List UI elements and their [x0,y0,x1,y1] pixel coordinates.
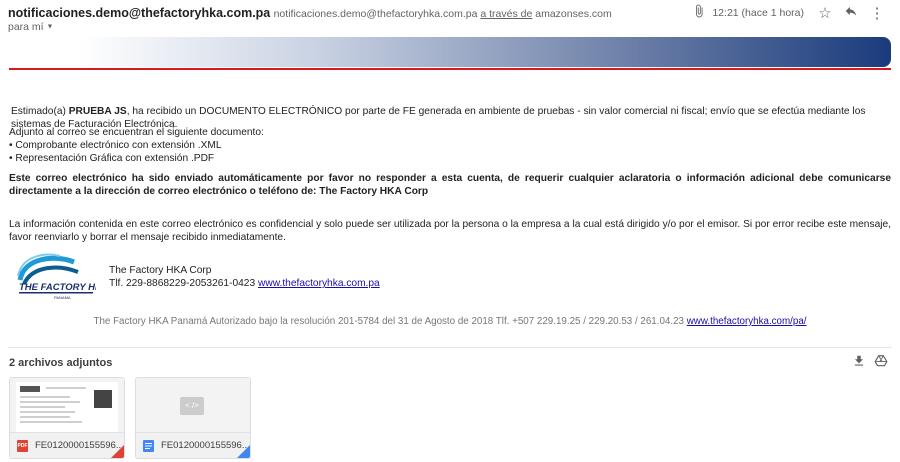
pdf-corner-icon [110,445,124,458]
attachment-thumbnail: < /> [136,378,250,432]
to-label: para mí [8,21,44,33]
attachment-footer: FE0120000155596... [136,432,250,458]
email-footer: The Factory HKA Panamá Autorizado bajo l… [0,316,900,327]
more-vert-icon[interactable]: ⋮ [864,4,890,22]
code-placeholder-icon: < /> [180,397,204,415]
via-domain: amazonses.com [535,8,612,20]
attach-item-xml: • Comprobante electrónico con extensión … [9,140,222,151]
via-link[interactable]: a través de [480,8,532,20]
signature-block: The Factory HKA Corp Tlf. 229-8868229-20… [109,264,380,290]
save-to-drive-icon[interactable] [874,354,888,371]
banner-divider [9,68,891,70]
auto-notice: Este correo electrónico ha sido enviado … [9,173,891,197]
recipient-dropdown[interactable]: para mí ▼ [8,21,53,33]
reply-icon[interactable] [838,4,864,22]
signature-company: The Factory HKA Corp [109,265,212,276]
attachments-divider [8,347,892,348]
email-header: notificaciones.demo@thefactoryhka.com.pa… [8,6,612,20]
footer-website-link[interactable]: www.thefactoryhka.com/pa/ [687,316,807,327]
email-banner [9,37,891,67]
attachment-thumbnail [10,378,124,432]
doc-corner-icon [236,445,250,458]
sender-name[interactable]: notificaciones.demo@thefactoryhka.com.pa [8,6,270,20]
pdf-preview [16,382,118,432]
sender-email: notificaciones.demo@thefactoryhka.com.pa [273,8,478,20]
attachment-intro: Adjunto al correo se encuentran el sigui… [9,127,264,164]
signature-website-link[interactable]: www.thefactoryhka.com.pa [258,278,380,289]
signature-phone: Tlf. 229-8868229-2053261-0423 [109,278,256,289]
header-actions: 12:21 (hace 1 hora) ☆ ⋮ [686,4,890,22]
timestamp: 12:21 (hace 1 hora) [712,7,804,19]
recipient-name: PRUEBA JS [68,106,127,117]
footer-text: The Factory HKA Panamá Autorizado bajo l… [93,316,684,327]
company-logo: THE FACTORY HKA PANAMA [14,252,109,302]
svg-text:PANAMA: PANAMA [54,295,71,300]
attachments-actions [852,354,888,371]
paperclip-icon [686,4,712,22]
star-icon[interactable]: ☆ [812,4,838,22]
caret-down-icon: ▼ [46,23,54,31]
attachment-card-pdf[interactable]: PDF FE0120000155596... [9,377,125,459]
download-all-icon[interactable] [852,354,866,371]
svg-text:THE FACTORY HKA: THE FACTORY HKA [19,282,96,293]
attachment-card-xml[interactable]: < /> FE0120000155596... [135,377,251,459]
attachments-title: 2 archivos adjuntos [9,357,113,369]
confidential-notice: La información contenida en este correo … [9,219,891,243]
pdf-file-icon: PDF [17,440,28,452]
doc-file-icon [143,440,154,452]
factory-hka-logo-icon: THE FACTORY HKA PANAMA [17,253,109,300]
attachment-footer: PDF FE0120000155596... [10,432,124,458]
attach-item-pdf: • Representación Gráfica con extensión .… [9,153,215,164]
